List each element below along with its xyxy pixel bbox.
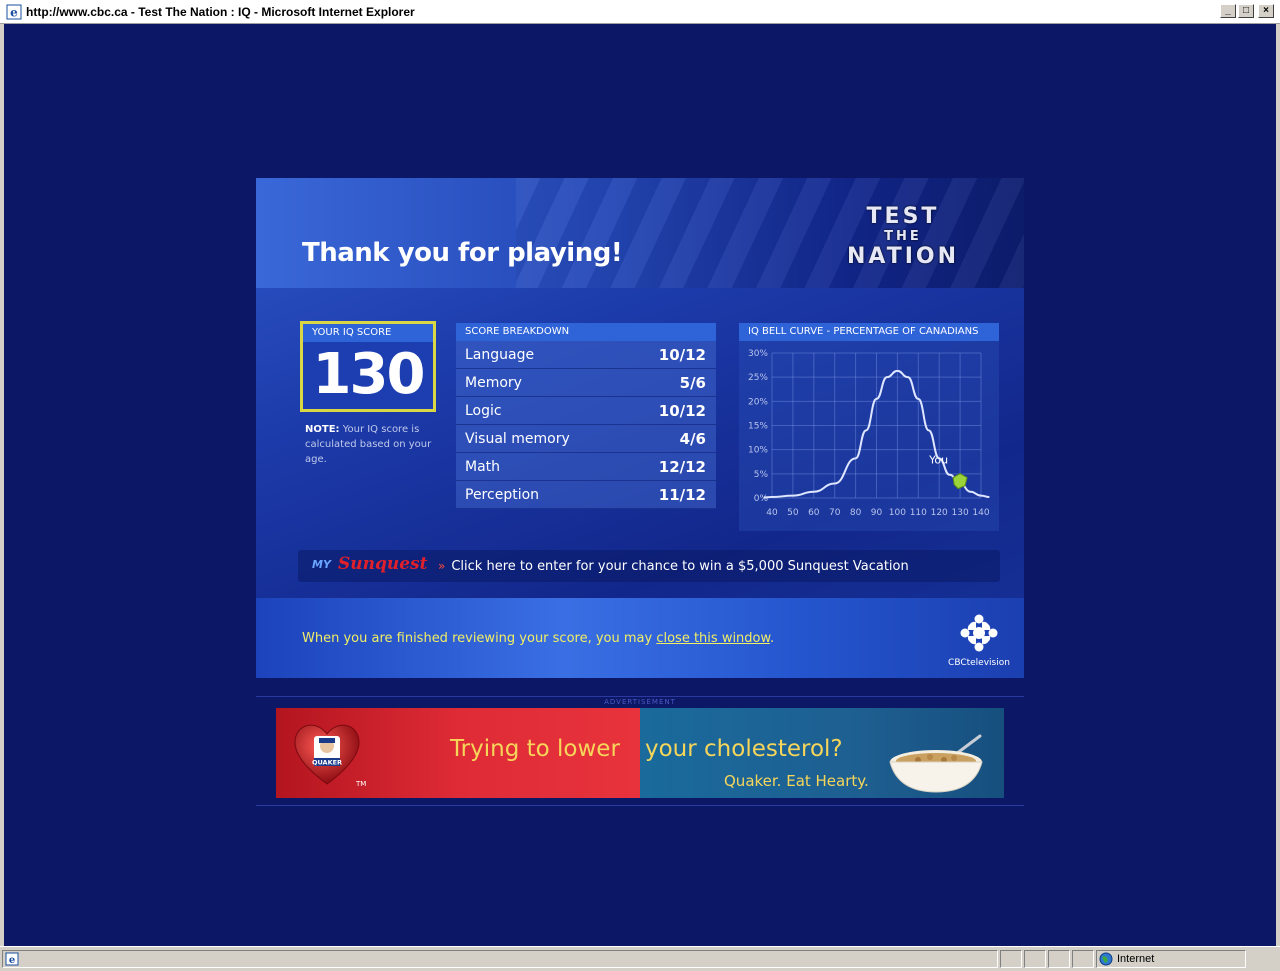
ad-headline-right: your cholesterol? — [645, 736, 843, 762]
breakdown-row: Memory 5/6 — [456, 369, 716, 397]
sunquest-logo: MY Sunquest — [312, 554, 428, 578]
x-tick-label: 100 — [889, 508, 906, 518]
window-title: http://www.cbc.ca - Test The Nation : IQ… — [26, 4, 415, 19]
breakdown-category: Language — [465, 346, 535, 363]
page-viewport: Thank you for playing! TEST THE NATION Y… — [4, 24, 1276, 946]
breakdown-row: Visual memory 4/6 — [456, 425, 716, 453]
breakdown-row: Logic 10/12 — [456, 397, 716, 425]
svg-text:e: e — [9, 955, 15, 966]
page-status-icon: e — [5, 952, 19, 966]
breakdown-score: 10/12 — [658, 401, 706, 420]
logo-word-test: TEST — [866, 204, 940, 229]
x-tick-label: 70 — [829, 508, 841, 518]
logo-word-nation: NATION — [846, 244, 960, 269]
ie-logo-icon: e — [6, 4, 22, 19]
you-marker-label: You — [928, 454, 948, 467]
y-tick-label: 25% — [748, 373, 768, 383]
advertisement-section: ADVERTISEMENT QUAKER TM Trying to lower … — [256, 696, 1024, 806]
breakdown-score: 4/6 — [679, 429, 706, 448]
breakdown-score: 11/12 — [658, 485, 706, 504]
finish-message: When you are finished reviewing your sco… — [302, 631, 774, 646]
breakdown-row: Language 10/12 — [456, 341, 716, 369]
iq-score-box: YOUR IQ SCORE 130 — [300, 321, 436, 412]
score-breakdown: SCORE BREAKDOWN Language 10/12 Memory 5/6 … — [456, 323, 716, 509]
page-title: Thank you for playing! — [302, 238, 623, 268]
x-tick-label: 40 — [766, 508, 778, 518]
x-tick-label: 50 — [787, 508, 799, 518]
breakdown-category: Logic — [465, 402, 502, 419]
bell-curve-plot: 0% 5% 10% 15% 20% 25% 30% 40 50 60 70 80 90 100 110 120… — [739, 341, 999, 531]
status-cell — [1048, 950, 1070, 968]
svg-text:e: e — [10, 5, 18, 19]
close-button[interactable]: × — [1258, 4, 1274, 18]
status-cell — [1024, 950, 1046, 968]
x-tick-label: 140 — [972, 508, 989, 518]
x-tick-label: 90 — [871, 508, 883, 518]
iq-score-value: 130 — [312, 342, 426, 407]
finish-end: . — [769, 631, 775, 646]
breakdown-category: Perception — [465, 486, 540, 503]
ad-trademark: TM — [356, 780, 367, 788]
security-zone: Internet — [1096, 950, 1246, 968]
breakdown-category: Memory — [465, 374, 522, 391]
breakdown-score: 5/6 — [679, 373, 706, 392]
window-titlebar: e http://www.cbc.ca - Test The Nation : … — [0, 0, 1280, 24]
x-tick-label: 60 — [808, 508, 820, 518]
y-tick-label: 10% — [748, 446, 768, 456]
iq-note: NOTE: Your IQ score is calculated based … — [305, 422, 445, 467]
promo-text[interactable]: Click here to enter for your chance to w… — [451, 559, 908, 574]
breakdown-row: Perception 11/12 — [456, 481, 716, 509]
x-tick-label: 130 — [952, 508, 969, 518]
footer-band: When you are finished reviewing your sco… — [256, 598, 1024, 678]
cbc-logo: CBCtelevision — [944, 614, 1014, 668]
ad-tagline: Quaker. Eat Hearty. — [724, 772, 869, 790]
x-tick-label: 110 — [910, 508, 927, 518]
minimize-button[interactable]: _ — [1220, 4, 1236, 18]
status-main-cell: e — [2, 950, 998, 968]
cereal-bowl-icon — [889, 734, 983, 793]
quaker-brand-text: QUAKER — [312, 759, 342, 767]
test-the-nation-logo: TEST THE NATION — [838, 206, 968, 268]
breakdown-score: 10/12 — [658, 345, 706, 364]
y-tick-label: 15% — [748, 422, 768, 432]
close-window-link[interactable]: close this window — [656, 631, 770, 646]
quaker-heart-logo-icon: QUAKER — [294, 724, 360, 785]
status-cell — [1000, 950, 1022, 968]
y-tick-label: 30% — [748, 349, 768, 359]
results-panel: Thank you for playing! TEST THE NATION Y… — [256, 178, 1024, 678]
security-zone-label: Internet — [1117, 953, 1155, 965]
finish-text: When you are finished reviewing your sco… — [302, 631, 657, 646]
status-cell — [1072, 950, 1094, 968]
bell-curve-title: IQ BELL CURVE - PERCENTAGE OF CANADIANS — [739, 323, 999, 341]
maximize-button[interactable]: □ — [1238, 4, 1254, 18]
y-tick-label: 20% — [748, 397, 768, 407]
y-tick-label: 0% — [754, 494, 769, 504]
x-tick-label: 120 — [931, 508, 948, 518]
breakdown-row: Math 12/12 — [456, 453, 716, 481]
iq-bell-curve: IQ BELL CURVE - PERCENTAGE OF CANADIANS … — [739, 323, 999, 531]
x-tick-label: 80 — [850, 508, 862, 518]
globe-icon — [1099, 952, 1113, 966]
y-tick-label: 5% — [754, 470, 769, 480]
cbc-gem-icon — [960, 614, 998, 652]
iq-note-bold: NOTE: — [305, 424, 340, 435]
sunquest-logo-my: MY — [312, 558, 331, 571]
ad-headline-left: Trying to lower — [450, 736, 620, 762]
advertisement-label: ADVERTISEMENT — [604, 698, 676, 706]
bell-curve-svg: 0% 5% 10% 15% 20% 25% 30% 40 50 60 70 80 90 100 110 120… — [748, 349, 990, 518]
breakdown-category: Visual memory — [465, 430, 570, 447]
promo-arrow-icon: » — [438, 559, 446, 573]
status-bar: e Internet — [0, 946, 1280, 971]
score-breakdown-label: SCORE BREAKDOWN — [456, 323, 716, 341]
sunquest-promo-link[interactable]: MY Sunquest » Click here to enter for yo… — [298, 550, 1000, 582]
breakdown-score: 12/12 — [658, 457, 706, 476]
cbc-television-label: CBCtelevision — [948, 658, 1010, 668]
quaker-ad-banner[interactable]: QUAKER TM Trying to lower your cholester… — [276, 708, 1004, 798]
breakdown-category: Math — [465, 458, 501, 475]
iq-score-label: YOUR IQ SCORE — [303, 324, 433, 342]
sunquest-logo-name: Sunquest — [338, 554, 428, 574]
